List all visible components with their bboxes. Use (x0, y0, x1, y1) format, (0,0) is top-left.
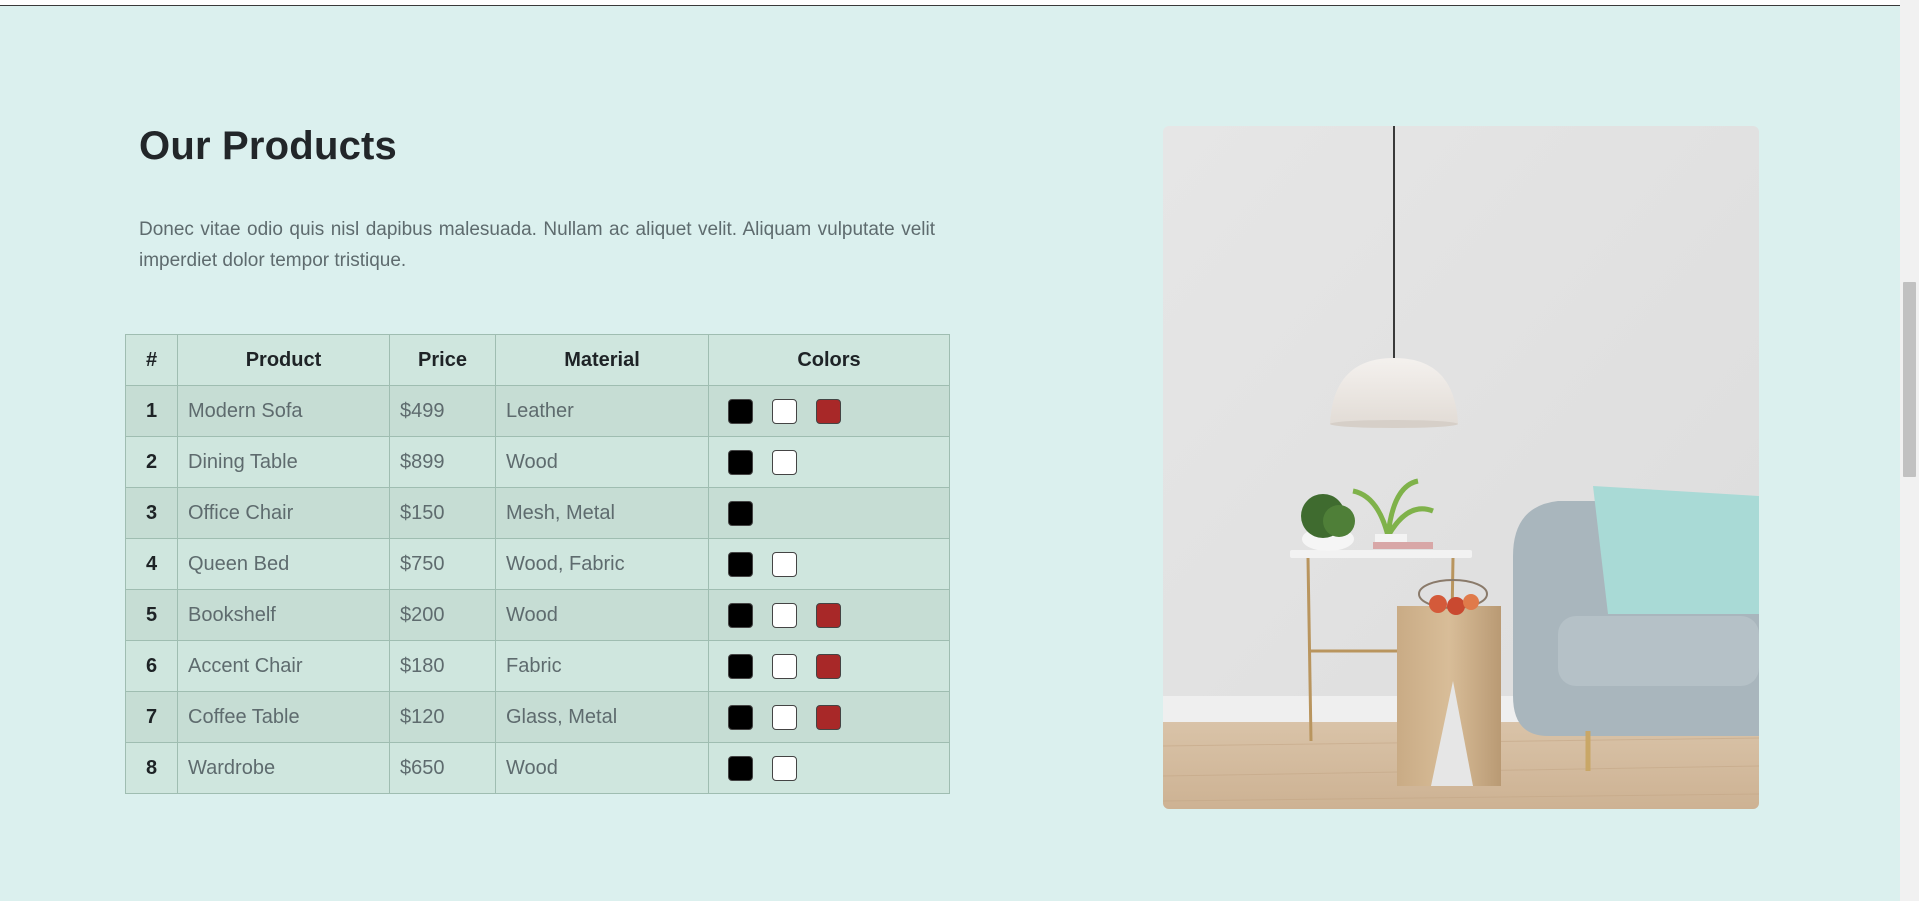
color-swatches (719, 755, 939, 781)
table-row: 1 Modern Sofa $499 Leather (125, 385, 950, 437)
cell-product: Accent Chair (177, 640, 390, 692)
color-swatch[interactable] (728, 602, 753, 628)
color-swatches (719, 500, 939, 526)
cell-price: $180 (389, 640, 496, 692)
cell-product: Wardrobe (177, 742, 390, 794)
header-material: Material (495, 334, 709, 386)
color-swatch[interactable] (816, 704, 841, 730)
cell-price: $120 (389, 691, 496, 743)
cell-price: $200 (389, 589, 496, 641)
color-swatch[interactable] (728, 653, 753, 679)
cell-product: Queen Bed (177, 538, 390, 590)
cell-colors (708, 640, 950, 692)
color-swatch[interactable] (772, 398, 797, 424)
table-row: 7 Coffee Table $120 Glass, Metal (125, 691, 950, 743)
cell-product: Coffee Table (177, 691, 390, 743)
cell-colors (708, 385, 950, 437)
cell-number: 3 (125, 487, 178, 539)
cell-material: Wood (495, 589, 709, 641)
section-title: Our Products (139, 124, 397, 168)
color-swatch[interactable] (772, 551, 797, 577)
cell-colors (708, 691, 950, 743)
cell-material: Wood (495, 436, 709, 488)
cell-material: Leather (495, 385, 709, 437)
table-row: 5 Bookshelf $200 Wood (125, 589, 950, 641)
cell-number: 1 (125, 385, 178, 437)
cell-colors (708, 742, 950, 794)
top-border (0, 0, 1900, 6)
table-header-row: # Product Price Material Colors (125, 334, 950, 386)
color-swatch[interactable] (816, 653, 841, 679)
table-row: 8 Wardrobe $650 Wood (125, 742, 950, 794)
cell-colors (708, 538, 950, 590)
vertical-scrollbar[interactable] (1900, 0, 1919, 901)
table-row: 2 Dining Table $899 Wood (125, 436, 950, 488)
color-swatches (719, 704, 939, 730)
header-price: Price (389, 334, 496, 386)
cell-colors (708, 436, 950, 488)
color-swatch[interactable] (772, 755, 797, 781)
cell-number: 7 (125, 691, 178, 743)
color-swatch[interactable] (728, 500, 753, 526)
cell-price: $899 (389, 436, 496, 488)
color-swatch[interactable] (816, 398, 841, 424)
header-number: # (125, 334, 178, 386)
cell-material: Mesh, Metal (495, 487, 709, 539)
cell-number: 5 (125, 589, 178, 641)
cell-price: $499 (389, 385, 496, 437)
cell-material: Fabric (495, 640, 709, 692)
room-photo (1163, 126, 1759, 809)
cell-product: Dining Table (177, 436, 390, 488)
cell-price: $650 (389, 742, 496, 794)
color-swatches (719, 653, 939, 679)
color-swatches (719, 449, 939, 475)
cell-number: 8 (125, 742, 178, 794)
color-swatch[interactable] (728, 755, 753, 781)
cell-number: 2 (125, 436, 178, 488)
cell-price: $150 (389, 487, 496, 539)
table-row: 3 Office Chair $150 Mesh, Metal (125, 487, 950, 539)
color-swatches (719, 602, 939, 628)
color-swatch[interactable] (772, 653, 797, 679)
cell-colors (708, 487, 950, 539)
color-swatch[interactable] (728, 551, 753, 577)
table-row: 6 Accent Chair $180 Fabric (125, 640, 950, 692)
section-description: Donec vitae odio quis nisl dapibus males… (139, 219, 935, 271)
color-swatch[interactable] (816, 602, 841, 628)
products-table: # Product Price Material Colors 1 Modern … (125, 334, 950, 794)
cell-material: Glass, Metal (495, 691, 709, 743)
cell-product: Modern Sofa (177, 385, 390, 437)
scrollbar-thumb[interactable] (1903, 282, 1916, 477)
cell-number: 4 (125, 538, 178, 590)
cell-price: $750 (389, 538, 496, 590)
cell-colors (708, 589, 950, 641)
header-colors: Colors (708, 334, 950, 386)
color-swatch[interactable] (772, 704, 797, 730)
table-row: 4 Queen Bed $750 Wood, Fabric (125, 538, 950, 590)
cell-number: 6 (125, 640, 178, 692)
color-swatches (719, 551, 939, 577)
color-swatch[interactable] (728, 449, 753, 475)
cell-material: Wood, Fabric (495, 538, 709, 590)
table-body: 1 Modern Sofa $499 Leather 2 Dining Table $899… (125, 385, 950, 794)
color-swatch[interactable] (772, 449, 797, 475)
color-swatch[interactable] (772, 602, 797, 628)
color-swatch[interactable] (728, 704, 753, 730)
cell-product: Office Chair (177, 487, 390, 539)
cell-material: Wood (495, 742, 709, 794)
color-swatches (719, 398, 939, 424)
room-illustration (1163, 126, 1759, 809)
color-swatch[interactable] (728, 398, 753, 424)
cell-product: Bookshelf (177, 589, 390, 641)
header-product: Product (177, 334, 390, 386)
